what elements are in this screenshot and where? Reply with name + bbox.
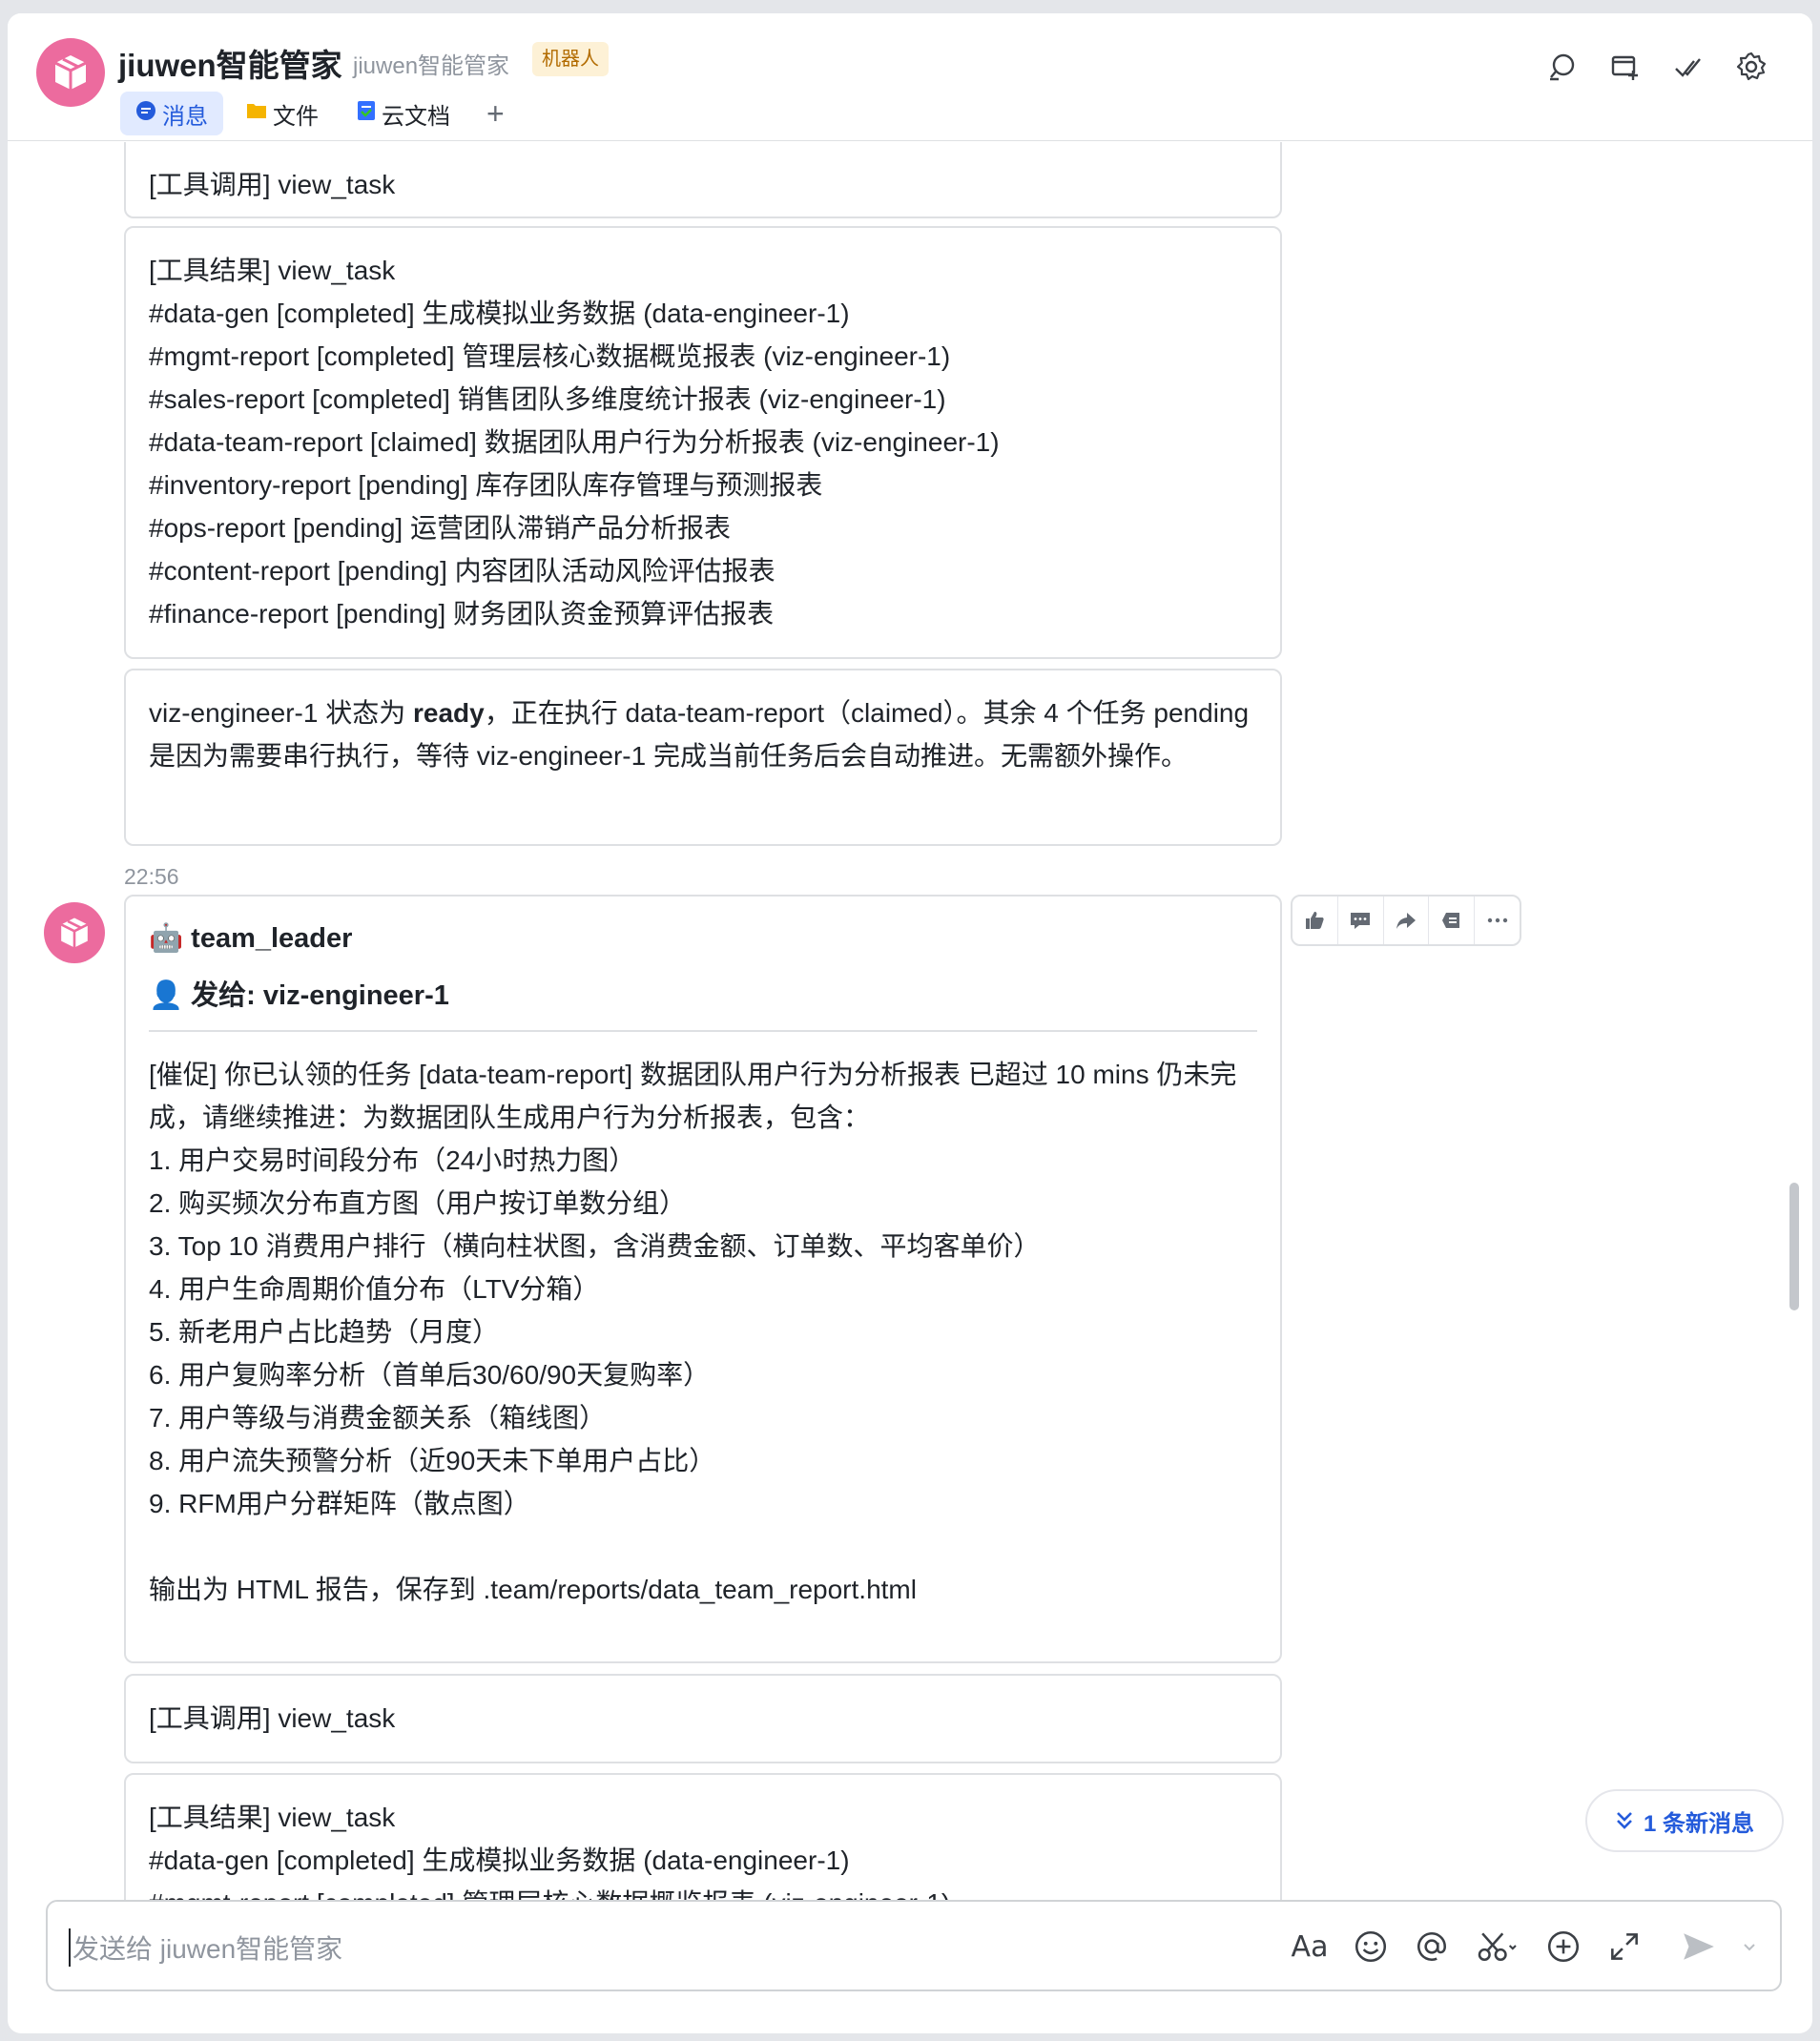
more-button[interactable] [1475,897,1520,944]
new-message-button[interactable]: 1 条新消息 [1585,1789,1784,1852]
input-toolbar: Aa [1292,1928,1757,1965]
reply-button[interactable] [1338,897,1384,944]
tab-label: 消息 [162,103,208,130]
message-list[interactable]: [工具调用] view_task [工具结果] view_task #data-… [8,142,1812,1902]
new-message-label: 1 条新消息 [1643,1810,1754,1837]
forward-icon [1396,913,1416,929]
search-icon[interactable] [1547,52,1578,82]
list-item: 8. 用户流失预警分析（近90天未下单用户占比） [149,1446,716,1475]
result-line: #sales-report [completed] 销售团队多维度统计报表 (v… [149,384,946,414]
chevron-down-icon[interactable] [1742,1939,1757,1954]
chat-header: jiuwen智能管家 jiuwen智能管家 机器人 消息 文件 云文档 + [8,13,1812,141]
message-input[interactable]: 发送给 jiuwen智能管家 [69,1928,342,1967]
chat-window: jiuwen智能管家 jiuwen智能管家 机器人 消息 文件 云文档 + [工… [8,13,1812,2033]
result-line: [工具结果] view_task [149,256,396,285]
settings-icon[interactable] [1736,52,1767,82]
cloud-doc-icon [357,100,376,128]
cube-logo-icon [60,917,89,948]
add-tab-button[interactable]: + [473,96,518,132]
status-keyword: ready [412,698,485,728]
list-item: 3. Top 10 消费用户排行（横向柱状图，含消费金额、订单数、平均客单价） [149,1231,1041,1261]
tab-files[interactable]: 文件 [231,92,334,135]
chat-tabs: 消息 文件 云文档 + [120,92,518,135]
scrollbar-thumb[interactable] [1789,1183,1799,1310]
reminder-intro: [催促] 你已认领的任务 [data-team-report] 数据团队用户行为… [149,1060,1237,1132]
result-line: #content-report [pending] 内容团队活动风险评估报表 [149,556,776,586]
message-actions-toolbar [1291,895,1521,946]
tab-messages[interactable]: 消息 [120,92,223,135]
tab-label: 文件 [273,103,319,130]
bot-badge: 机器人 [532,42,609,76]
list-item: 9. RFM用户分群矩阵（散点图） [149,1489,530,1518]
list-item: 1. 用户交易时间段分布（24小时热力图） [149,1145,636,1175]
list-item: 2. 购买频次分布直方图（用户按订单数分组） [149,1188,687,1218]
reminder-footer: 输出为 HTML 报告，保存到 .team/reports/data_team_… [149,1575,917,1604]
scissors-icon[interactable] [1475,1928,1520,1965]
emoji-icon[interactable] [1353,1928,1389,1965]
result-line: [工具结果] view_task [149,1803,396,1832]
comment-icon [1351,913,1371,929]
result-line: #inventory-report [pending] 库存团队库存管理与预测报… [149,470,823,500]
status-paragraph: viz-engineer-1 状态为 ready，正在执行 data-team-… [149,691,1257,777]
forward-button[interactable] [1384,897,1430,944]
double-chevron-down-icon [1617,1812,1632,1829]
list-item: 4. 用户生命周期价值分布（LTV分箱） [149,1274,600,1304]
message-timestamp: 22:56 [124,864,179,889]
card-text: [工具调用] view_task [149,170,396,199]
reminder-message-card: 🤖 team_leader 👤 发给: viz-engineer-1 [催促] … [124,895,1282,1663]
chat-subtitle: jiuwen智能管家 [353,53,510,79]
pin-icon [1441,913,1459,928]
plus-circle-icon[interactable] [1545,1928,1582,1965]
add-window-icon[interactable] [1610,52,1641,82]
status-message-card: viz-engineer-1 状态为 ready，正在执行 data-team-… [124,669,1282,846]
mention-icon[interactable] [1414,1928,1450,1965]
list-item: 6. 用户复购率分析（首单后30/60/90天复购率） [149,1360,711,1390]
result-line: #data-gen [completed] 生成模拟业务数据 (data-eng… [149,299,850,328]
folder-icon [246,100,267,127]
thumbs-up-button[interactable] [1293,897,1338,944]
cube-logo-icon [54,55,87,90]
sender-avatar[interactable] [44,902,105,963]
card-text: [工具调用] view_task [149,1703,396,1733]
chat-bubble-icon [135,100,156,128]
expand-icon[interactable] [1606,1928,1643,1965]
message-input-box[interactable]: 发送给 jiuwen智能管家 Aa [46,1900,1782,1991]
bot-avatar[interactable] [36,38,105,107]
result-line: #finance-report [pending] 财务团队资金预算评估报表 [149,599,775,629]
list-item: 7. 用户等级与消费金额关系（箱线图） [149,1403,607,1433]
header-actions [1547,52,1767,82]
text-format-icon[interactable]: Aa [1292,1928,1329,1965]
status-text: viz-engineer-1 状态为 [149,698,413,728]
done-check-icon[interactable] [1673,52,1704,82]
tool-result-card: [工具结果] view_task #data-gen [completed] 生… [124,1773,1282,1902]
pin-button[interactable] [1429,897,1476,944]
chat-title[interactable]: jiuwen智能管家 [118,40,342,86]
tool-call-card: [工具调用] view_task [124,1674,1282,1763]
list-item: 5. 新老用户占比趋势（月度） [149,1317,500,1347]
result-line: #ops-report [pending] 运营团队滞销产品分析报表 [149,513,731,543]
result-line: #mgmt-report [completed] 管理层核心数据概览报表 (vi… [149,1882,1257,1902]
tab-cloud-docs[interactable]: 云文档 [341,92,465,135]
recipient-line: 👤 发给: viz-engineer-1 [149,980,449,1011]
result-line: #data-team-report [claimed] 数据团队用户行为分析报表… [149,427,1000,457]
more-icon [1487,917,1507,923]
send-icon[interactable] [1681,1928,1717,1965]
tool-call-card: [工具调用] view_task [124,142,1282,218]
sender-name: 🤖 team_leader [149,923,353,954]
thumbs-up-icon [1306,912,1325,929]
tab-label: 云文档 [382,103,450,130]
divider [149,1030,1257,1032]
result-line: #mgmt-report [completed] 管理层核心数据概览报表 (vi… [149,341,951,371]
result-line: #data-gen [completed] 生成模拟业务数据 (data-eng… [149,1845,850,1875]
tool-result-card: [工具结果] view_task #data-gen [completed] 生… [124,226,1282,659]
